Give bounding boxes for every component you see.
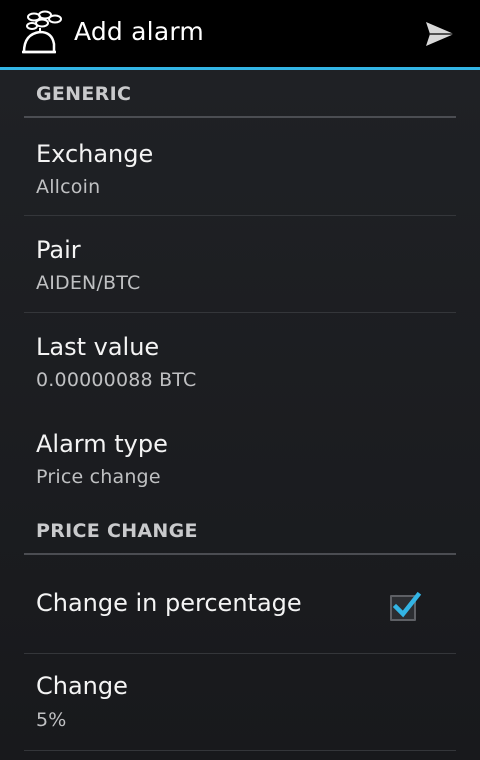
pref-exchange-title: Exchange — [36, 140, 154, 168]
category-generic-label: GENERIC — [36, 83, 132, 105]
change-in-percentage-checkbox[interactable] — [390, 591, 422, 621]
pref-alarm-type-summary: Price change — [36, 466, 161, 488]
pref-change-title: Change — [36, 672, 128, 700]
pref-last-value[interactable]: Last value 0.00000088 BTC — [24, 313, 456, 410]
send-icon — [426, 22, 454, 46]
pref-pair[interactable]: Pair AIDEN/BTC — [24, 216, 456, 313]
send-button[interactable] — [418, 12, 462, 56]
pref-exchange[interactable]: Exchange Allcoin — [24, 120, 456, 216]
pref-alarm-type-title: Alarm type — [36, 430, 168, 458]
category-generic: GENERIC — [24, 70, 456, 118]
preferences-list[interactable]: GENERIC Exchange Allcoin Pair AIDEN/BTC … — [0, 70, 480, 760]
action-bar: Add alarm — [0, 0, 480, 70]
pref-alarm-type[interactable]: Alarm type Price change — [24, 410, 456, 507]
pref-last-value-title: Last value — [36, 333, 160, 361]
app-screen: Add alarm GENERIC Exchange Allcoin Pair … — [0, 0, 480, 760]
category-price-change-label: PRICE CHANGE — [36, 520, 198, 542]
page-title: Add alarm — [74, 17, 204, 46]
pref-exchange-summary: Allcoin — [36, 176, 101, 198]
pref-pair-summary: AIDEN/BTC — [36, 272, 141, 294]
category-price-change: PRICE CHANGE — [24, 507, 456, 555]
checkmark-icon — [392, 591, 422, 618]
pref-change-summary: 5% — [36, 709, 67, 731]
pref-change-in-percentage[interactable]: Change in percentage — [24, 557, 456, 654]
alarm-clock-coins-icon[interactable] — [18, 8, 68, 58]
pref-change-in-percentage-title: Change in percentage — [36, 589, 302, 617]
pref-last-value-summary: 0.00000088 BTC — [36, 369, 197, 391]
pref-pair-title: Pair — [36, 236, 81, 264]
pref-change[interactable]: Change 5% — [24, 654, 456, 751]
